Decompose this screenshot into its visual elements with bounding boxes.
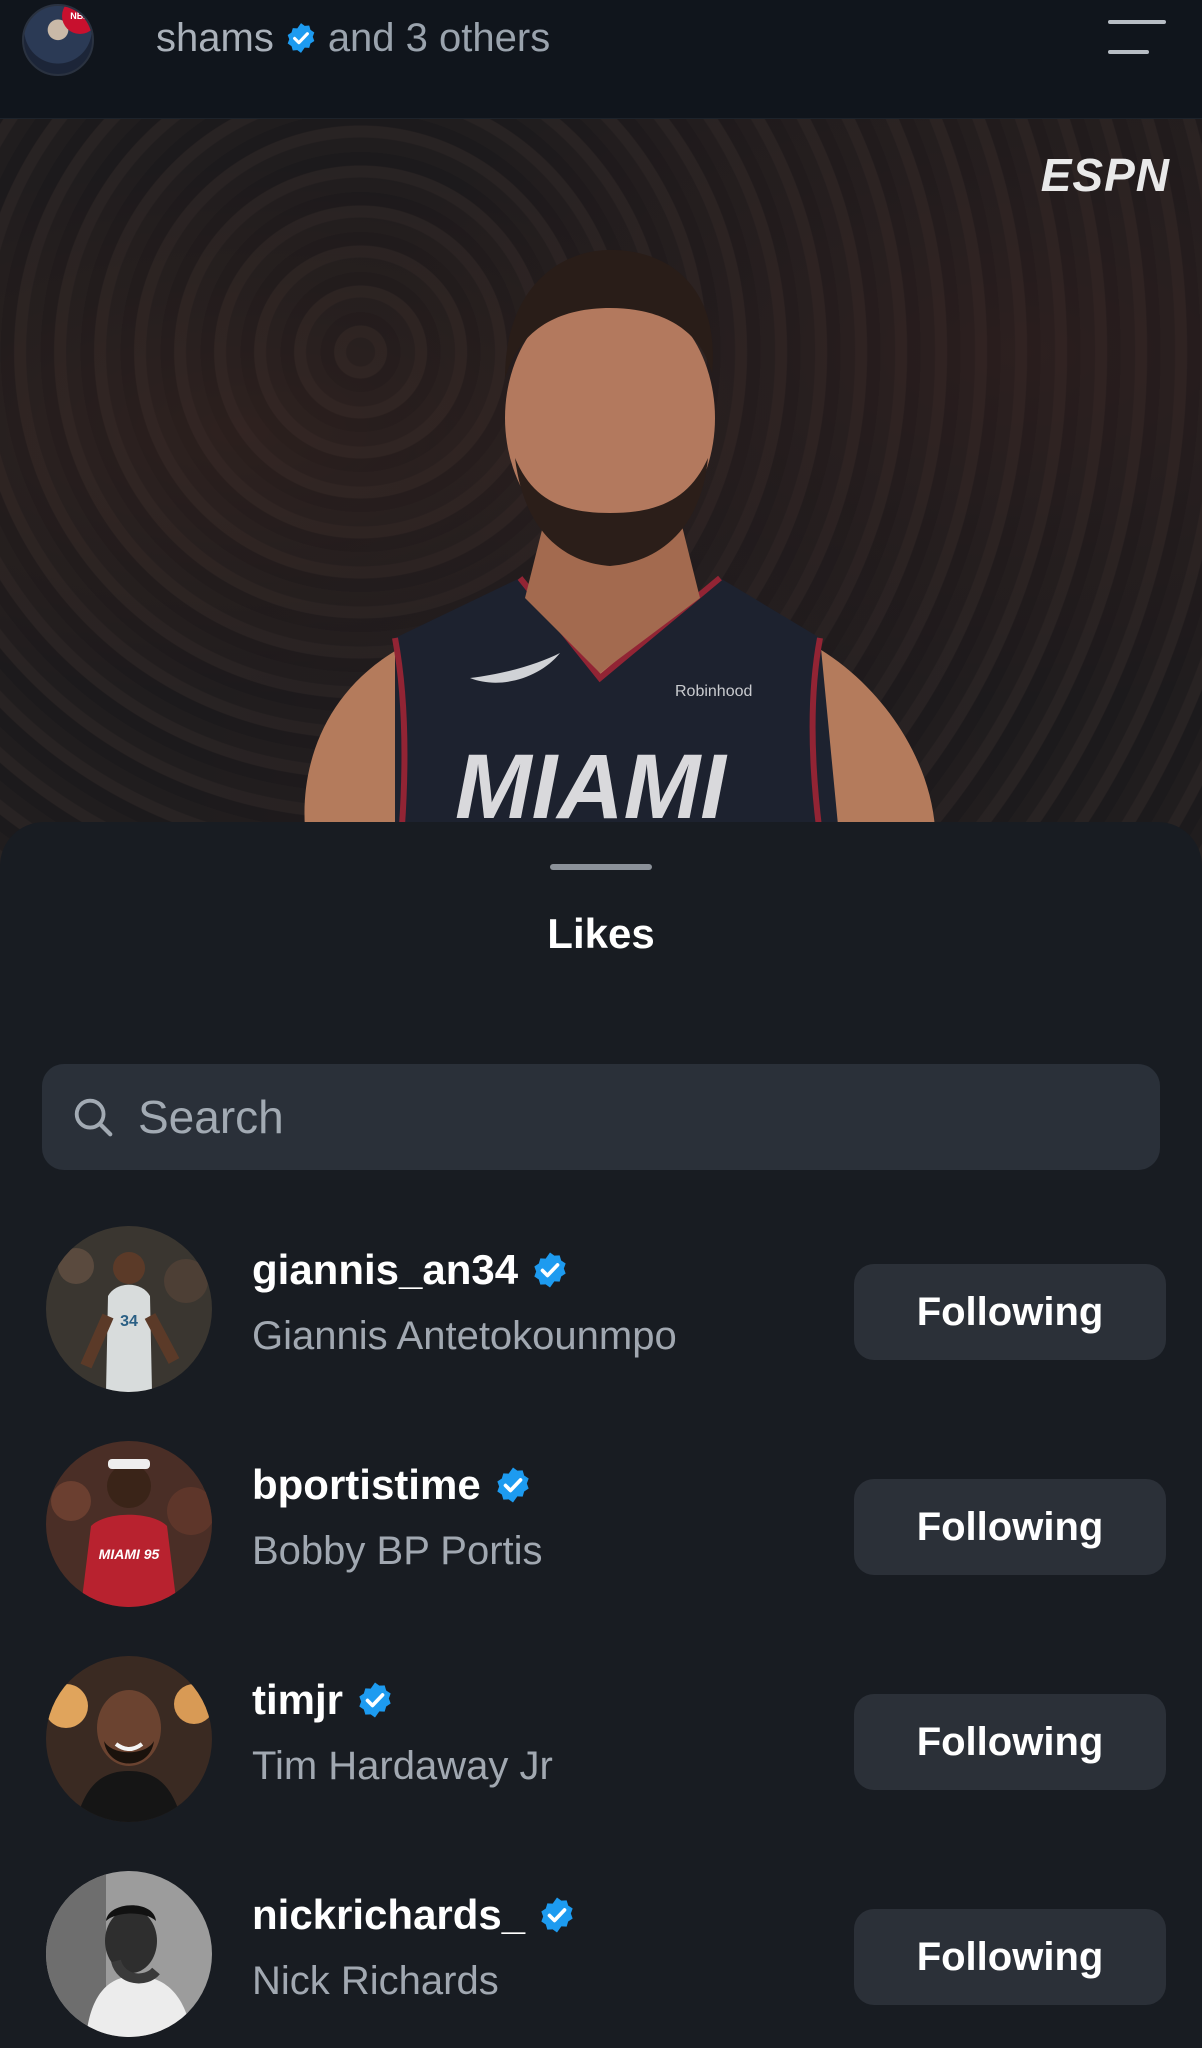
username[interactable]: bportistime [252, 1461, 481, 1509]
top-bar: NBA shams and 3 others [0, 0, 1202, 119]
display-name: Bobby BP Portis [252, 1529, 543, 1573]
liked-by-title[interactable]: shams and 3 others [156, 12, 550, 64]
following-button[interactable]: Following [854, 1694, 1166, 1790]
verified-icon [534, 1252, 566, 1288]
following-button[interactable]: Following [854, 1264, 1166, 1360]
verified-icon [497, 1467, 529, 1503]
list-item[interactable]: 34 giannis_an34 Giannis Antetokounmpo Fo… [0, 1202, 1202, 1392]
list-item[interactable]: nickrichards_ Nick Richards Following [0, 1847, 1202, 2037]
avatar[interactable]: MIAMI 95 [46, 1441, 212, 1607]
post-image: ESPN MIAMI Robinhood [0, 118, 1202, 898]
display-name: Nick Richards [252, 1959, 499, 2003]
following-button[interactable]: Following [854, 1909, 1166, 2005]
username[interactable]: giannis_an34 [252, 1246, 518, 1294]
espn-logo: ESPN [1040, 149, 1170, 201]
username[interactable]: timjr [252, 1676, 343, 1724]
search-bar[interactable] [42, 1064, 1160, 1170]
likes-screen: NBA shams and 3 others ESPN MIAMI Robinh… [0, 0, 1202, 2048]
verified-icon [287, 23, 315, 53]
search-icon [74, 1098, 113, 1137]
sponsor-text: Robinhood [675, 683, 752, 700]
avatar-jersey-text: MIAMI 95 [99, 1546, 160, 1562]
likes-sheet: Likes 34 giannis_an34 [0, 822, 1202, 2048]
menu-icon[interactable] [1108, 20, 1166, 54]
following-button[interactable]: Following [854, 1479, 1166, 1575]
stacked-avatar[interactable]: NBA [22, 4, 94, 76]
display-name: Giannis Antetokounmpo [252, 1314, 677, 1358]
search-input[interactable] [138, 1064, 1138, 1170]
others-count: and 3 others [327, 15, 551, 60]
verified-icon [541, 1897, 573, 1933]
sheet-title: Likes [547, 910, 655, 957]
username[interactable]: nickrichards_ [252, 1891, 525, 1939]
sheet-grabber[interactable] [550, 864, 652, 870]
player-figure: MIAMI Robinhood [304, 249, 936, 898]
display-name: Tim Hardaway Jr [252, 1744, 553, 1788]
avatar[interactable]: 34 [46, 1226, 212, 1392]
list-item[interactable]: timjr Tim Hardaway Jr Following [0, 1632, 1202, 1822]
list-item[interactable]: MIAMI 95 bportistime Bobby BP Portis Fol… [0, 1417, 1202, 1607]
nba-badge: NBA [62, 6, 92, 34]
avatar[interactable] [46, 1656, 212, 1822]
account-name: shams [156, 15, 274, 60]
avatar[interactable] [46, 1871, 212, 2037]
verified-icon [359, 1682, 391, 1718]
avatar-jersey-number: 34 [120, 1313, 138, 1330]
